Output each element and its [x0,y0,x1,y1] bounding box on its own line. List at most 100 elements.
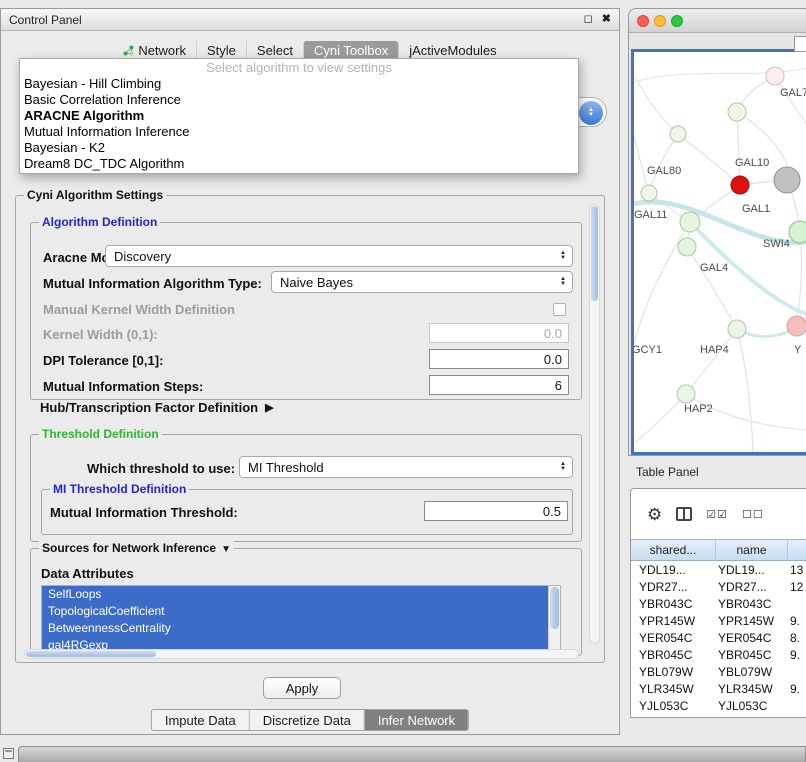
scrollbar-thumb[interactable] [26,651,156,657]
algorithm-option-basic-correlation-inference[interactable]: Basic Correlation Inference [20,92,578,108]
table-cell: 12 [788,580,806,594]
table-cell: YBR045C [631,648,716,662]
mi-steps-label: Mutual Information Steps: [43,379,203,394]
network-edge [737,329,753,452]
select-all-icon[interactable]: ☑☑ [706,508,728,521]
network-view-window: GAL7GAL80GAL10GAL11GAL1SWI4GAL4GCY1HAP4H… [628,8,806,456]
combo-stepper-icon[interactable]: ▲▼ [556,277,570,287]
collapsed-panel-icon[interactable] [3,748,14,759]
network-node[interactable] [766,67,784,85]
table-row[interactable]: YBR045CYBR045C9. [631,646,806,663]
hub-definition-toggle[interactable]: Hub/Transcription Factor Definition ▶ [40,400,274,415]
minimize-traffic-light-icon[interactable] [654,15,666,27]
settings-hscrollbar[interactable] [24,649,579,659]
table-row[interactable]: YBR043CYBR043C [631,595,806,612]
close-icon[interactable]: ✖ [602,14,611,25]
table-row[interactable]: YJL053CYJL053C [631,697,806,714]
network-node[interactable] [678,238,696,256]
mi-threshold-input[interactable] [424,501,568,521]
table-row[interactable]: YLR345WYLR345W9. [631,680,806,697]
attribute-item-betweennesscentrality[interactable]: BetweennessCentrality [42,620,560,637]
network-window-titlebar[interactable] [629,9,806,33]
table-row[interactable]: YPR145WYPR145W9. [631,612,806,629]
combo-stepper-icon[interactable]: ▲▼ [556,251,570,261]
network-node[interactable] [787,316,806,336]
collapsed-data-panel[interactable] [18,746,806,762]
tab-select[interactable]: Select [246,41,303,60]
attribute-item-selfloops[interactable]: SelfLoops [42,586,560,603]
columns-icon[interactable] [676,507,692,521]
scrollbar-thumb[interactable] [591,206,598,301]
network-icon [123,45,134,56]
algorithm-option-bayesian-k2[interactable]: Bayesian - K2 [20,140,578,156]
combo-stepper-icon[interactable]: ▲▼ [579,101,603,125]
table-cell: YJL053C [716,699,788,713]
manual-kernel-checkbox[interactable] [553,303,566,316]
control-panel-titlebar[interactable]: Control Panel ◻ ✖ [1,9,619,31]
network-node[interactable] [670,126,686,142]
combo-stepper-icon[interactable]: ▲▼ [556,462,570,472]
network-node[interactable] [774,167,800,193]
network-canvas[interactable]: GAL7GAL80GAL10GAL11GAL1SWI4GAL4GCY1HAP4H… [631,49,806,455]
settings-scrollbar[interactable] [589,204,600,644]
algorithm-option-dream8-dc-tdc-algorithm[interactable]: Dream8 DC_TDC Algorithm [20,156,578,172]
column-header-2[interactable] [788,540,806,560]
bottom-tab-impute-data[interactable]: Impute Data [152,710,249,730]
network-edge [636,394,686,442]
tab-label: Cyni Toolbox [314,43,388,58]
dpi-tolerance-input[interactable] [429,349,569,369]
tab-network[interactable]: Network [113,41,196,60]
table-panel: ⚙ ☑☑ ☐☐ shared...name YDL19...YDL19...13… [630,488,806,718]
table-row[interactable]: YBL079WYBL079W [631,663,806,680]
network-scroll-corner[interactable] [794,36,806,52]
algorithm-definition-group: Algorithm Definition Aracne Mode: Discov… [30,222,582,400]
network-node-label: HAP4 [700,344,729,356]
table-row[interactable]: YER054CYER054C8. [631,629,806,646]
tab-style[interactable]: Style [196,41,246,60]
chevron-down-icon[interactable]: ▼ [221,544,231,555]
table-cell: YDR27... [716,580,788,594]
algorithm-option-aracne-algorithm[interactable]: ARACNE Algorithm [20,108,578,124]
float-window-icon[interactable]: ◻ [584,14,593,25]
algorithm-option-bayesian-hill-climbing[interactable]: Bayesian - Hill Climbing [20,76,578,92]
network-node[interactable] [728,320,746,338]
table-body: YDL19...YDL19...13YDR27...YDR27...12YBR0… [631,561,806,717]
network-node[interactable] [680,212,700,232]
close-traffic-light-icon[interactable] [637,15,649,27]
bottom-tab-infer-network[interactable]: Infer Network [364,710,468,730]
zoom-traffic-light-icon[interactable] [671,15,683,27]
network-node[interactable] [677,385,695,403]
table-row[interactable]: YDL19...YDL19...13 [631,561,806,578]
mi-type-value: Naive Bayes [280,275,556,290]
mi-type-select[interactable]: Naive Bayes ▲▼ [271,271,573,293]
bottom-tab-discretize-data[interactable]: Discretize Data [249,710,364,730]
network-node[interactable] [731,176,749,194]
network-node[interactable] [728,103,746,121]
column-header-shared[interactable]: shared... [631,540,716,560]
table-cell: 9. [788,614,806,628]
gear-icon[interactable]: ⚙ [647,506,662,523]
apply-button[interactable]: Apply [263,677,341,699]
attribute-item-topologicalcoefficient[interactable]: TopologicalCoefficient [42,603,560,620]
kernel-width-input[interactable] [429,323,569,343]
tab-cyni-toolbox[interactable]: Cyni Toolbox [303,41,398,60]
algorithm-definition-title: Algorithm Definition [39,215,160,229]
network-node[interactable] [789,221,806,243]
deselect-all-icon[interactable]: ☐☐ [742,508,764,521]
which-threshold-select[interactable]: MI Threshold ▲▼ [239,456,573,478]
network-node-label: HAP2 [684,403,713,415]
tab-jactivemodules[interactable]: jActiveModules [398,41,506,60]
mi-steps-input[interactable] [429,375,569,395]
table-cell: YDL19... [631,563,716,577]
network-node[interactable] [641,185,657,201]
scrollbar-thumb[interactable] [550,587,559,629]
table-cell: YBR045C [716,648,788,662]
sources-group: Sources for Network Inference▼ Data Attr… [30,548,582,656]
list-scrollbar[interactable] [548,586,560,652]
column-header-name[interactable]: name [716,540,788,560]
table-row[interactable]: YDR27...YDR27...12 [631,578,806,595]
table-cell: YDL19... [716,563,788,577]
aracne-mode-select[interactable]: Discovery ▲▼ [105,245,573,267]
network-node-label: Y [794,344,802,356]
algorithm-option-mutual-information-inference[interactable]: Mutual Information Inference [20,124,578,140]
